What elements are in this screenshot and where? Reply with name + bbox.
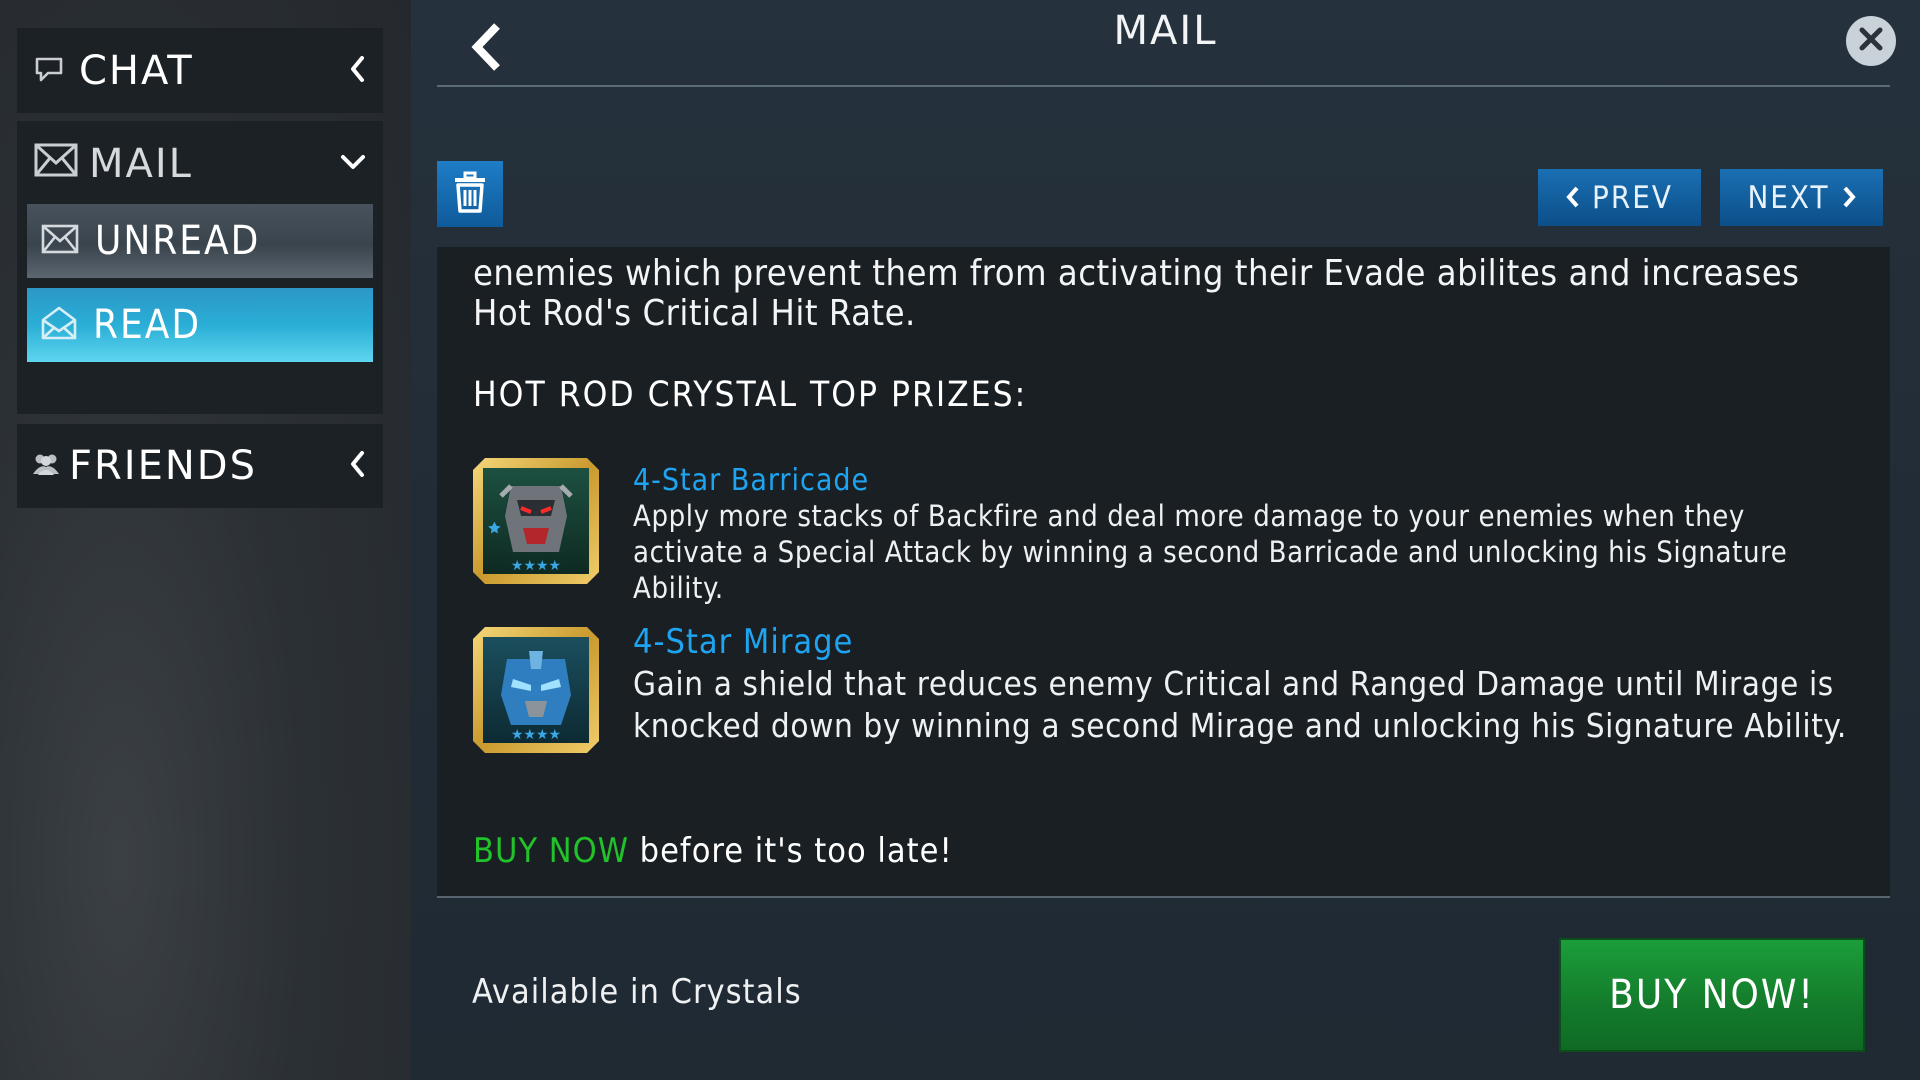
- buy-now-line: BUY NOW before it's too late!: [473, 831, 953, 871]
- buy-now-button[interactable]: BUY NOW!: [1559, 938, 1865, 1052]
- sidebar-item-label: UNREAD: [95, 218, 261, 264]
- prize-name[interactable]: 4-Star Mirage: [633, 622, 853, 662]
- close-button[interactable]: [1846, 16, 1896, 66]
- prize-description: Apply more stacks of Backfire and deal m…: [633, 499, 1788, 605]
- mail-panel: MAIL PREV NEXT enemies which prevent the…: [411, 0, 1920, 1080]
- megaphone-icon: [34, 53, 66, 89]
- trash-icon: [452, 171, 488, 217]
- close-icon: [1858, 26, 1884, 56]
- buy-now-button-label: BUY NOW!: [1609, 972, 1815, 1018]
- sidebar-item-label: FRIENDS: [69, 443, 257, 489]
- mirage-portrait-icon: ★★★★: [471, 625, 601, 755]
- chevron-left-icon: [1566, 180, 1580, 216]
- availability-text: Available in Crystals: [472, 972, 802, 1012]
- barricade-portrait-icon: ★★★★: [471, 456, 601, 586]
- delete-button[interactable]: [437, 161, 503, 227]
- prev-button[interactable]: PREV: [1538, 169, 1701, 226]
- divider: [437, 85, 1890, 87]
- chevron-down-icon: [340, 153, 366, 175]
- svg-text:★★★★: ★★★★: [511, 558, 561, 574]
- sidebar: CHAT MAIL UNREAD READ FRIENDS: [0, 0, 411, 1080]
- sidebar-item-label: CHAT: [79, 47, 194, 94]
- envelope-icon: [41, 224, 79, 258]
- chevron-right-icon: [1842, 180, 1856, 216]
- sidebar-item-label: READ: [93, 302, 202, 348]
- message-text-line: Hot Rod's Critical Hit Rate.: [473, 293, 916, 334]
- sidebar-item-unread[interactable]: UNREAD: [27, 204, 373, 278]
- sidebar-item-label: MAIL: [89, 140, 193, 187]
- friends-icon: [31, 452, 61, 480]
- sidebar-item-chat[interactable]: CHAT: [17, 28, 383, 113]
- message-text-line: enemies which prevent them from activati…: [473, 253, 1800, 294]
- envelope-icon: [34, 143, 78, 181]
- sidebar-item-read[interactable]: READ: [27, 288, 373, 362]
- sidebar-item-friends[interactable]: FRIENDS: [17, 424, 383, 508]
- prize-name[interactable]: 4-Star Barricade: [633, 463, 869, 498]
- divider: [437, 896, 1890, 898]
- chevron-left-icon: [348, 450, 366, 482]
- buy-now-text: before it's too late!: [628, 831, 953, 871]
- next-button[interactable]: NEXT: [1720, 169, 1883, 226]
- message-body[interactable]: enemies which prevent them from activati…: [437, 247, 1890, 896]
- sidebar-group-mail: MAIL UNREAD READ: [17, 121, 383, 414]
- open-envelope-icon: [41, 306, 77, 344]
- svg-text:★★★★: ★★★★: [511, 727, 561, 743]
- prize-description: Gain a shield that reduces enemy Critica…: [633, 664, 1847, 745]
- next-label: NEXT: [1747, 179, 1830, 216]
- prev-label: PREV: [1592, 179, 1673, 216]
- prizes-heading: HOT ROD CRYSTAL TOP PRIZES:: [473, 375, 1028, 415]
- buy-now-link[interactable]: BUY NOW: [473, 831, 629, 871]
- page-title: MAIL: [1113, 8, 1218, 54]
- sidebar-item-mail[interactable]: MAIL: [17, 121, 383, 206]
- chevron-left-icon: [348, 55, 366, 87]
